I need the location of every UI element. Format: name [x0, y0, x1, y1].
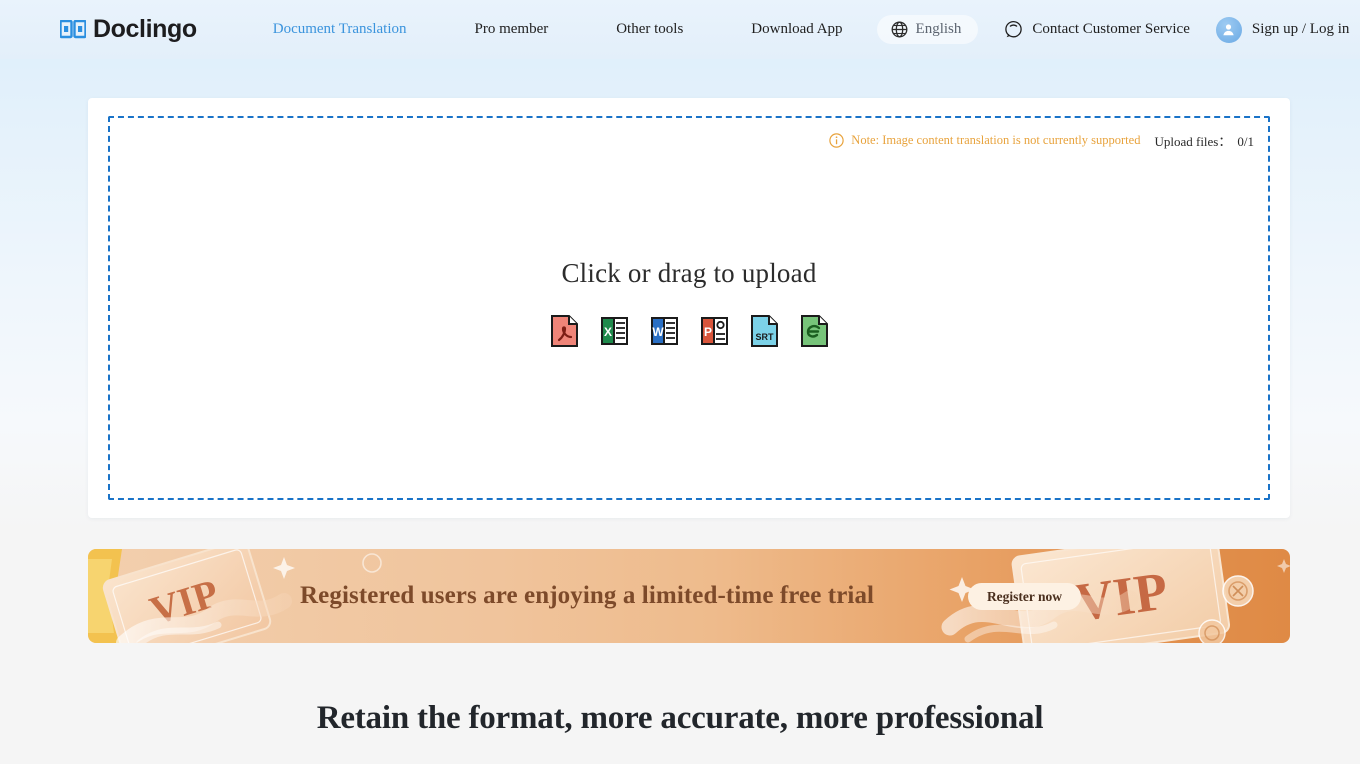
- image-translation-notice: Note: Image content translation is not c…: [851, 133, 1141, 147]
- info-circle-icon: [829, 133, 844, 148]
- chat-bubble-icon: [1005, 20, 1023, 38]
- user-avatar-icon: [1215, 16, 1242, 43]
- vip-promo-banner[interactable]: VIP VIP Registered users are enjoying a …: [88, 549, 1290, 643]
- language-selector[interactable]: English: [876, 15, 979, 44]
- nav-item-document-translation[interactable]: Document Translation: [239, 21, 441, 38]
- upload-files-counter: Upload files： 0/1: [1154, 131, 1254, 150]
- svg-text:SRT: SRT: [755, 332, 774, 342]
- svg-text:X: X: [603, 325, 611, 339]
- file-dropzone[interactable]: Note: Image content translation is not c…: [108, 116, 1270, 500]
- excel-file-icon[interactable]: X: [600, 315, 629, 347]
- upload-files-label: Upload files：: [1154, 134, 1232, 149]
- nav-item-other-tools[interactable]: Other tools: [582, 21, 717, 38]
- globe-icon: [891, 21, 907, 38]
- signup-login-button[interactable]: Sign up / Log in: [1215, 16, 1350, 43]
- header-right-group: English Contact Customer Service Sign up…: [876, 15, 1350, 44]
- svg-text:P: P: [703, 325, 711, 339]
- contact-customer-service-button[interactable]: Contact Customer Service: [1004, 20, 1190, 39]
- promo-headline: Registered users are enjoying a limited-…: [300, 582, 875, 609]
- nav-item-download-app[interactable]: Download App: [717, 21, 876, 38]
- upload-card: Note: Image content translation is not c…: [88, 98, 1290, 518]
- book-logo-icon: [60, 20, 86, 39]
- brand-name: Doclingo: [93, 15, 197, 43]
- word-file-icon[interactable]: W: [650, 315, 679, 347]
- primary-nav: Document Translation Pro member Other to…: [239, 21, 877, 38]
- pdf-file-icon[interactable]: [550, 315, 579, 347]
- site-header: Doclingo Document Translation Pro member…: [0, 0, 1360, 59]
- dropzone-notice-row: Note: Image content translation is not c…: [829, 131, 1254, 150]
- svg-text:W: W: [652, 325, 664, 339]
- dropzone-title: Click or drag to upload: [561, 258, 817, 288]
- srt-file-icon[interactable]: SRT: [750, 315, 779, 347]
- nav-item-pro-member[interactable]: Pro member: [440, 21, 582, 38]
- brand-logo[interactable]: Doclingo: [60, 17, 197, 42]
- epub-file-icon[interactable]: [800, 315, 829, 347]
- language-label: English: [915, 21, 962, 37]
- dropzone-center: Click or drag to upload X W P SRT: [110, 258, 1268, 347]
- register-now-button[interactable]: Register now: [968, 583, 1081, 610]
- powerpoint-file-icon[interactable]: P: [700, 315, 729, 347]
- customer-service-label: Contact Customer Service: [1032, 21, 1190, 37]
- section-heading: Retain the format, more accurate, more p…: [316, 700, 1044, 736]
- account-label: Sign up / Log in: [1251, 21, 1350, 37]
- upload-files-count: 0/1: [1237, 134, 1254, 149]
- supported-file-types: X W P SRT: [110, 315, 1268, 347]
